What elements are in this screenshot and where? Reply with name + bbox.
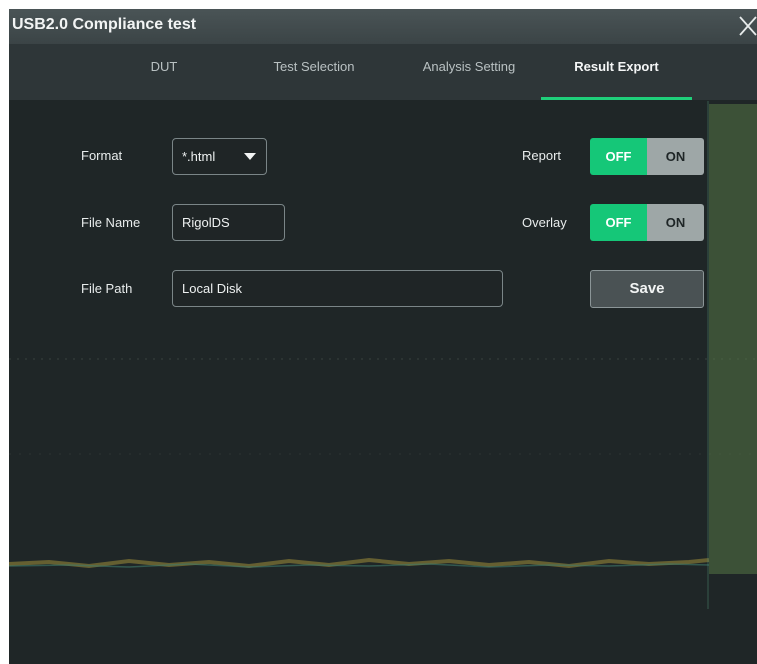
close-icon[interactable]: [736, 13, 757, 39]
file-name-label: File Name: [81, 215, 141, 230]
overlay-off-option[interactable]: OFF: [590, 204, 647, 241]
format-label: Format: [81, 148, 123, 163]
tab-analysis-setting[interactable]: Analysis Setting: [404, 44, 534, 100]
overlay-on-option[interactable]: ON: [647, 204, 704, 241]
title-bar: USB2.0 Compliance test: [9, 9, 757, 44]
result-export-panel: Format *.html File Name RigolDS File Pat…: [9, 100, 757, 664]
overlay-toggle[interactable]: OFF ON: [590, 204, 704, 241]
report-toggle[interactable]: OFF ON: [590, 138, 704, 175]
window-title: USB2.0 Compliance test: [12, 16, 197, 33]
file-path-input[interactable]: Local Disk: [172, 270, 503, 307]
caret-down-icon: [244, 153, 256, 160]
tab-test-selection[interactable]: Test Selection: [254, 44, 374, 100]
tab-bar: DUT Test Selection Analysis Setting Resu…: [9, 44, 757, 100]
compliance-dialog: USB2.0 Compliance test DUT Test Selectio…: [9, 9, 757, 664]
tab-result-export[interactable]: Result Export: [541, 44, 692, 100]
file-name-input[interactable]: RigolDS: [172, 204, 285, 241]
format-dropdown[interactable]: *.html: [172, 138, 267, 175]
save-button[interactable]: Save: [590, 270, 704, 308]
format-value: *.html: [182, 149, 216, 164]
tab-dut[interactable]: DUT: [119, 44, 209, 100]
report-off-option[interactable]: OFF: [590, 138, 647, 175]
report-label: Report: [522, 148, 562, 163]
report-on-option[interactable]: ON: [647, 138, 704, 175]
overlay-label: Overlay: [522, 215, 567, 230]
file-path-label: File Path: [81, 281, 133, 296]
